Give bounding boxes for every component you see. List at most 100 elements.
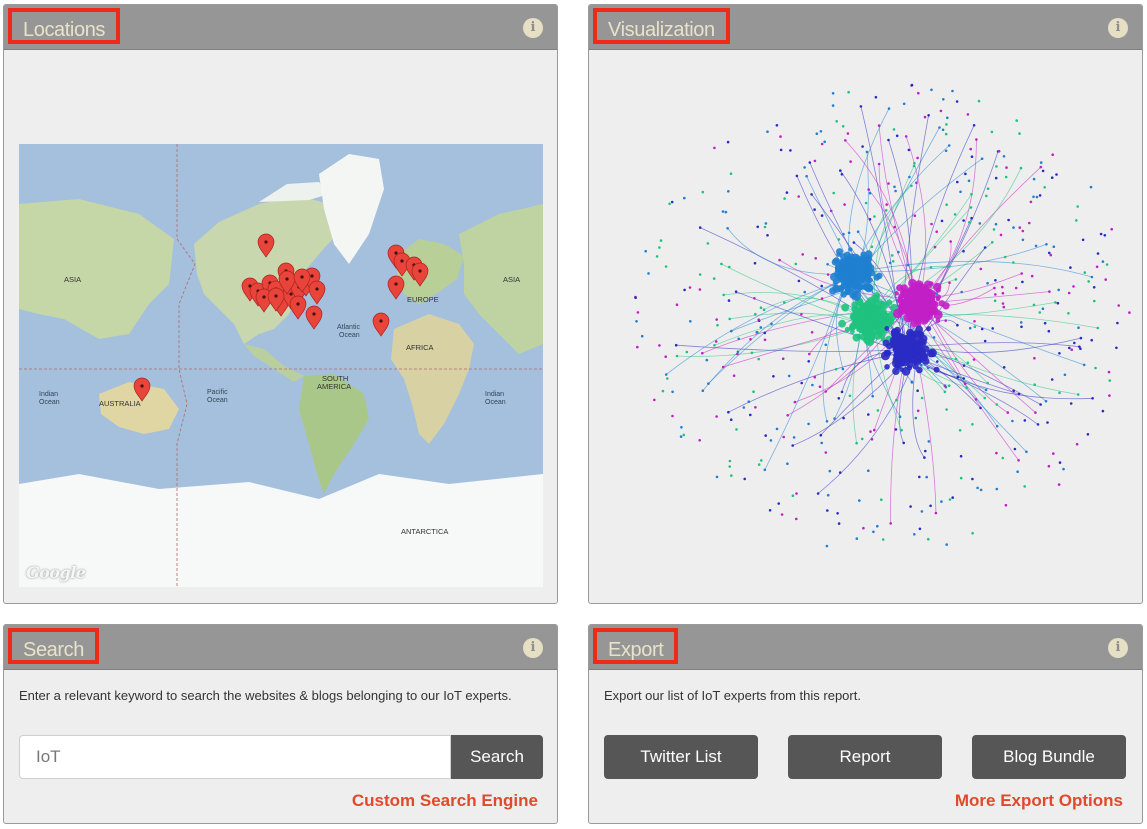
graph-node[interactable] [1069,266,1072,269]
graph-node[interactable] [795,517,798,521]
graph-node[interactable] [868,218,872,221]
graph-node[interactable] [1001,285,1004,289]
graph-node[interactable] [727,299,731,302]
graph-node[interactable] [874,95,878,99]
graph-node[interactable] [869,430,872,433]
graph-node[interactable] [1072,285,1075,288]
graph-node[interactable] [698,439,701,442]
graph-node[interactable] [874,327,882,335]
graph-node[interactable] [1032,195,1035,199]
graph-node[interactable] [1052,245,1056,248]
graph-node[interactable] [1090,275,1094,279]
graph-node[interactable] [820,284,823,288]
graph-node[interactable] [1043,186,1046,189]
graph-node[interactable] [837,272,843,278]
graph-node[interactable] [1079,336,1083,340]
graph-node[interactable] [955,100,959,103]
graph-node[interactable] [925,475,928,479]
graph-node[interactable] [808,161,812,164]
graph-node[interactable] [820,297,824,300]
graph-node[interactable] [991,327,994,330]
graph-node[interactable] [865,330,875,341]
graph-node[interactable] [929,266,933,269]
graph-node[interactable] [1021,229,1025,233]
graph-node[interactable] [1004,503,1008,507]
graph-node[interactable] [789,149,792,152]
graph-node[interactable] [910,381,914,384]
graph-node[interactable] [944,149,948,153]
graph-node[interactable] [887,138,890,142]
graph-node[interactable] [683,196,686,200]
graph-node[interactable] [947,144,951,147]
graph-node[interactable] [876,272,883,280]
graph-node[interactable] [964,172,967,176]
graph-node[interactable] [813,208,816,211]
graph-node[interactable] [990,130,994,134]
graph-node[interactable] [770,322,773,326]
graph-node[interactable] [933,366,940,373]
graph-node[interactable] [979,488,983,492]
graph-node[interactable] [1104,278,1107,281]
graph-node[interactable] [726,140,730,144]
graph-node[interactable] [1081,238,1085,242]
graph-node[interactable] [1039,403,1042,406]
graph-node[interactable] [936,360,939,363]
graph-node[interactable] [1096,252,1100,255]
graph-node[interactable] [849,290,858,299]
graph-node[interactable] [1007,218,1010,222]
graph-node[interactable] [715,415,718,418]
graph-node[interactable] [1001,456,1005,460]
graph-node[interactable] [876,409,880,412]
graph-node[interactable] [675,354,679,358]
more-export-options-link[interactable]: More Export Options [955,791,1123,811]
graph-node[interactable] [775,427,779,431]
graph-node[interactable] [923,115,927,119]
graph-node[interactable] [852,333,861,342]
graph-node[interactable] [1038,194,1042,197]
graph-node[interactable] [755,331,758,334]
graph-node[interactable] [742,406,746,409]
graph-node[interactable] [1076,205,1079,208]
graph-node[interactable] [715,475,719,479]
graph-node[interactable] [724,210,728,214]
graph-node[interactable] [640,334,644,338]
graph-node[interactable] [844,251,851,259]
graph-node[interactable] [945,408,948,411]
graph-node[interactable] [844,139,847,142]
graph-node[interactable] [889,522,892,525]
graph-node[interactable] [800,313,803,316]
graph-node[interactable] [813,375,817,379]
graph-node[interactable] [1048,290,1051,293]
graph-node[interactable] [701,389,705,393]
graph-node[interactable] [840,291,847,298]
graph-node[interactable] [941,128,945,132]
graph-node[interactable] [689,320,692,323]
graph-node[interactable] [995,451,998,455]
graph-node[interactable] [701,190,705,194]
graph-node[interactable] [910,282,918,290]
graph-node[interactable] [769,439,773,442]
graph-node[interactable] [893,185,896,189]
graph-node[interactable] [1006,411,1010,414]
graph-node[interactable] [1056,301,1060,305]
graph-node[interactable] [1016,470,1019,474]
graph-node[interactable] [1052,452,1055,455]
graph-node[interactable] [714,340,718,343]
graph-node[interactable] [832,279,839,285]
graph-node[interactable] [664,373,668,376]
graph-node[interactable] [674,343,678,347]
graph-node[interactable] [1023,419,1027,422]
graph-node[interactable] [671,414,674,418]
graph-node[interactable] [647,272,650,275]
graph-node[interactable] [959,476,963,480]
graph-node[interactable] [801,253,804,256]
graph-node[interactable] [785,191,789,194]
graph-node[interactable] [968,221,971,224]
graph-node[interactable] [892,128,896,131]
graph-node[interactable] [782,435,785,439]
graph-node[interactable] [793,400,797,404]
graph-node[interactable] [736,352,739,356]
graph-node[interactable] [900,350,908,358]
graph-node[interactable] [995,403,999,406]
network-graph[interactable] [589,49,1142,603]
